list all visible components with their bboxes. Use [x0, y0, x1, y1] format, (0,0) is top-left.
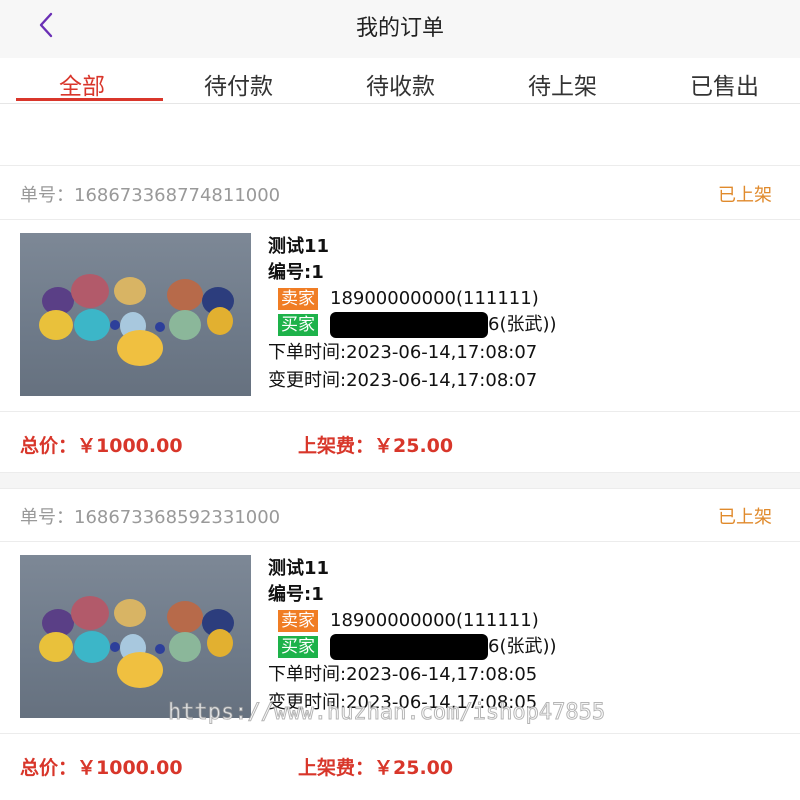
- total-price: 总价：￥1000.00: [20, 757, 183, 779]
- seller-row: 卖家 18900000000(111111): [268, 286, 557, 312]
- buyer-info: 6(张武)): [488, 636, 557, 657]
- divider: [0, 541, 800, 542]
- product-image[interactable]: [20, 555, 251, 718]
- active-tab-underline: [16, 98, 163, 101]
- divider: [0, 411, 800, 412]
- divider: [0, 165, 800, 166]
- watermark-text: https://www.huzhan.com/ishop47855: [167, 700, 606, 726]
- redacted-block: [330, 312, 488, 338]
- card-gap: [0, 472, 800, 488]
- spacer: [0, 105, 800, 165]
- page-title: 我的订单: [355, 16, 444, 41]
- order-number-value: 168673368592331000: [74, 507, 281, 528]
- bracelet-image: [39, 274, 234, 366]
- buyer-badge: 买家: [278, 314, 318, 336]
- seller-badge: 卖家: [278, 610, 318, 632]
- order-created-time: 下单时间:2023-06-14,17:08:07: [268, 342, 538, 363]
- divider: [0, 488, 800, 489]
- tab-sold[interactable]: 已售出: [690, 67, 759, 101]
- seller-info: 18900000000(111111): [330, 610, 539, 631]
- tab-pending-receipt[interactable]: 待收款: [366, 67, 435, 101]
- order-number-label: 单号：: [20, 185, 74, 206]
- total-price: 总价：￥1000.00: [20, 435, 183, 457]
- product-code: 编号:1: [268, 262, 324, 283]
- tab-all[interactable]: 全部: [59, 67, 105, 101]
- order-created-time: 下单时间:2023-06-14,17:08:05: [268, 664, 538, 685]
- product-name: 测试11: [268, 558, 330, 579]
- product-name: 测试11: [268, 236, 330, 257]
- order-info: 测试11 编号:1 卖家 18900000000(111111) 买家 6(张武…: [268, 556, 557, 716]
- tab-pending-listing[interactable]: 待上架: [528, 67, 597, 101]
- order-changed-time: 变更时间:2023-06-14,17:08:07: [268, 370, 538, 391]
- order-number: 单号：168673368774811000: [20, 181, 280, 207]
- order-number-value: 168673368774811000: [74, 185, 281, 206]
- redacted-block: [330, 634, 488, 660]
- product-code: 编号:1: [268, 584, 324, 605]
- seller-row: 卖家 18900000000(111111): [268, 608, 557, 634]
- seller-badge: 卖家: [278, 288, 318, 310]
- order-number-label: 单号：: [20, 507, 74, 528]
- product-image[interactable]: [20, 233, 251, 396]
- order-status: 已上架: [718, 507, 772, 528]
- top-bar: 我的订单: [0, 0, 800, 58]
- listing-fee: 上架费：￥25.00: [298, 757, 454, 779]
- order-number: 单号：168673368592331000: [20, 503, 280, 529]
- buyer-badge: 买家: [278, 636, 318, 658]
- order-info: 测试11 编号:1 卖家 18900000000(111111) 买家 6(张武…: [268, 234, 557, 394]
- divider: [0, 733, 800, 734]
- divider: [0, 219, 800, 220]
- buyer-row: 买家 6(张武)): [268, 634, 557, 660]
- order-status: 已上架: [718, 185, 772, 206]
- buyer-info: 6(张武)): [488, 314, 557, 335]
- seller-info: 18900000000(111111): [330, 288, 539, 309]
- listing-fee: 上架费：￥25.00: [298, 435, 454, 457]
- divider: [0, 472, 800, 473]
- buyer-row: 买家 6(张武)): [268, 312, 557, 338]
- tab-pending-payment[interactable]: 待付款: [204, 67, 273, 101]
- bracelet-image: [39, 596, 234, 688]
